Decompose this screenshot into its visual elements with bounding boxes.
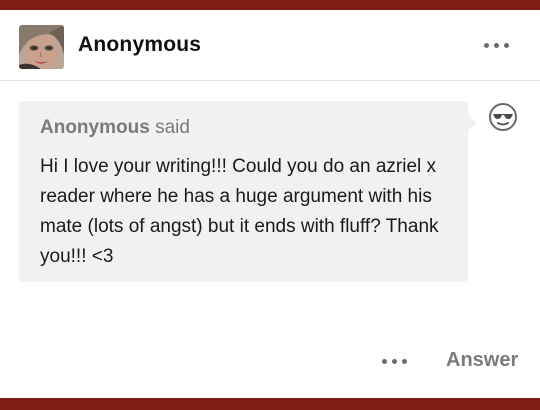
more-options-icon: [494, 42, 499, 48]
answer-button[interactable]: Answer: [446, 349, 518, 372]
ask-header: Anonymous said: [40, 117, 190, 139]
more-options-button[interactable]: [484, 37, 514, 53]
post-card: Anonymous Anonymous said Hi I love your …: [0, 10, 540, 398]
asker-name: Anonymous: [40, 117, 150, 138]
ask-bubble: Anonymous said Hi I love your writing!!!…: [19, 101, 468, 282]
more-options-icon: [382, 358, 387, 364]
more-options-icon: [402, 358, 407, 364]
asker-said: said: [155, 117, 190, 138]
more-options-icon: [392, 358, 397, 364]
username[interactable]: Anonymous: [78, 33, 201, 57]
more-options-icon: [504, 42, 509, 48]
avatar[interactable]: [19, 25, 64, 69]
ask-bubble-tail: [468, 115, 477, 131]
ask-question: Hi I love your writing!!! Could you do a…: [40, 156, 439, 267]
more-options-icon: [484, 42, 489, 48]
ask-more-options-button[interactable]: [382, 353, 412, 369]
post-header: Anonymous: [0, 10, 540, 81]
avatar-photo-icon: [19, 25, 64, 69]
anonymous-sunglasses-icon: [488, 102, 518, 132]
